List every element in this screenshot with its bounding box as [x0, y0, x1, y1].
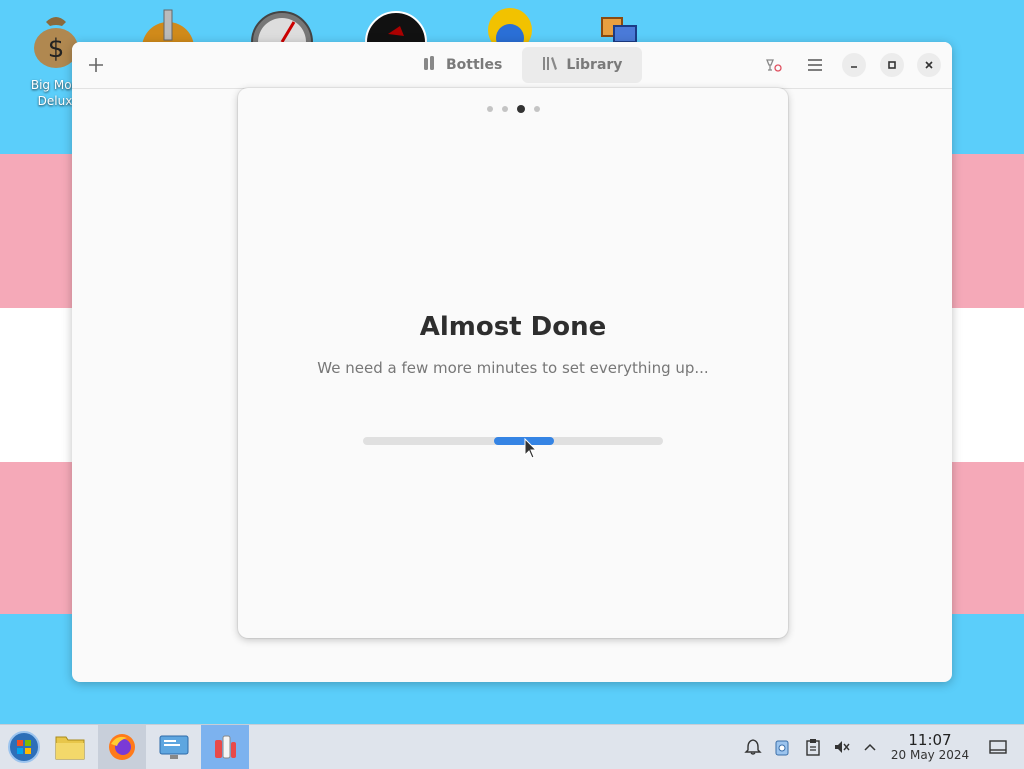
clock-time[interactable]: 11:07	[890, 731, 970, 749]
page-dot[interactable]	[501, 106, 508, 112]
system-settings-icon[interactable]	[150, 725, 198, 769]
tab-bottles[interactable]: Bottles	[402, 47, 522, 83]
page-indicator	[238, 105, 788, 113]
page-dot[interactable]	[486, 106, 493, 112]
bottles-icon	[422, 55, 438, 75]
notifications-icon[interactable]	[743, 737, 763, 757]
add-icon[interactable]	[82, 51, 110, 79]
onboarding-dialog: Almost Done We need a few more minutes t…	[238, 88, 788, 638]
clock-date[interactable]: 20 May 2024	[880, 748, 980, 762]
library-icon	[542, 55, 558, 75]
page-dot[interactable]	[533, 106, 540, 112]
minimize-icon[interactable]	[842, 53, 866, 77]
wine-glasses-icon[interactable]	[760, 51, 788, 79]
firefox-icon[interactable]	[98, 725, 146, 769]
tab-library[interactable]: Library	[522, 47, 643, 83]
bottles-app-icon[interactable]	[201, 725, 249, 769]
maximize-icon[interactable]	[880, 53, 904, 77]
mouse-cursor-icon	[524, 437, 538, 464]
clipboard-icon[interactable]	[803, 737, 823, 757]
dialog-title: Almost Done	[419, 312, 607, 342]
svg-text:$: $	[48, 34, 65, 64]
dialog-subtitle: We need a few more minutes to set everyt…	[317, 359, 709, 377]
tab-bottles-label: Bottles	[446, 57, 503, 73]
headerbar: Bottles Library	[72, 42, 952, 89]
tray-expand-icon[interactable]	[860, 737, 880, 757]
view-switcher: Bottles Library	[402, 47, 643, 83]
volume-muted-icon[interactable]	[832, 737, 852, 757]
show-desktop-icon[interactable]	[988, 737, 1008, 757]
page-dot-current[interactable]	[516, 105, 525, 113]
tab-library-label: Library	[566, 57, 623, 73]
hamburger-menu-icon[interactable]	[801, 51, 829, 79]
taskbar	[0, 724, 1024, 769]
vault-icon[interactable]	[772, 737, 792, 757]
setup-progress-bar	[363, 437, 663, 445]
start-menu-icon[interactable]	[0, 725, 48, 769]
file-manager-icon[interactable]	[46, 725, 94, 769]
close-icon[interactable]	[917, 53, 941, 77]
